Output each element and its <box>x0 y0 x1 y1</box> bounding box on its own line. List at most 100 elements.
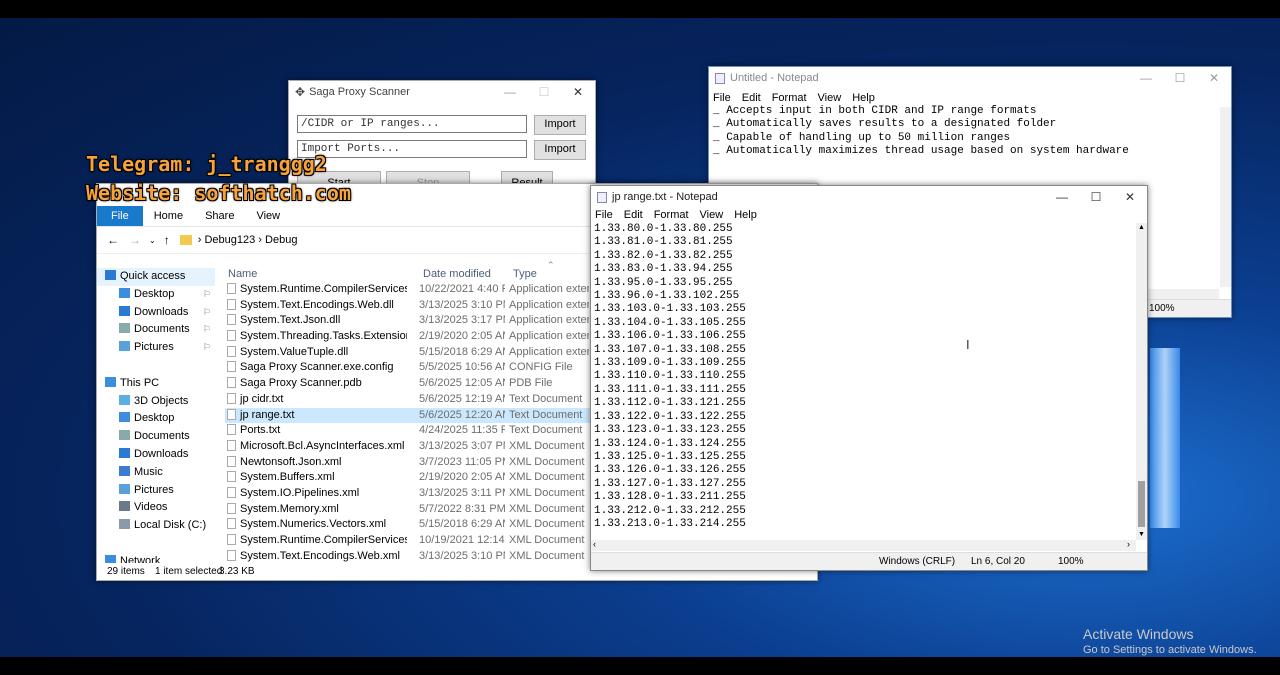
text-line: 1.33.112.0-1.33.121.255 <box>594 397 746 410</box>
back-arrow-icon[interactable]: ← <box>107 233 119 247</box>
nav-item[interactable]: Desktop ⚐ <box>97 286 215 304</box>
proxy-scanner-titlebar[interactable]: ✥ Saga Proxy Scanner — ☐ ✕ <box>289 81 595 103</box>
menu-item[interactable]: Help <box>852 92 875 104</box>
forward-arrow-icon[interactable]: → <box>129 233 141 247</box>
nav-item[interactable]: Documents <box>97 428 215 446</box>
scroll-up-icon[interactable]: ▲ <box>1136 223 1147 233</box>
pictures-icon <box>119 483 130 494</box>
scroll-left-icon[interactable]: ‹ <box>593 539 596 549</box>
scroll-right-icon[interactable]: › <box>1127 539 1130 549</box>
text-line: 1.33.126.0-1.33.126.255 <box>594 464 746 477</box>
jp-range-notepad-title: jp range.txt - Notepad <box>612 191 718 203</box>
menu-item[interactable]: Edit <box>624 209 643 221</box>
nav-item[interactable]: Desktop <box>97 410 215 428</box>
file-name-cell: System.Threading.Tasks.Extensions.dll <box>227 329 407 345</box>
jp-range-notepad-menubar: File Edit Format View Help <box>591 206 1147 224</box>
file-name: System.Text.Json.dll <box>240 314 341 327</box>
nav-item[interactable]: Music <box>97 464 215 482</box>
zoom-level: 100% <box>1149 303 1175 314</box>
nav-item[interactable]: Local Disk (C:) <box>97 517 215 535</box>
ribbon-tab[interactable]: Home <box>143 206 194 226</box>
file-type: XML Document <box>509 455 585 468</box>
maximize-icon[interactable]: ☐ <box>1079 186 1113 208</box>
ribbon-tab[interactable]: Share <box>194 206 245 226</box>
menu-item[interactable]: View <box>818 92 842 104</box>
vertical-scrollbar[interactable] <box>1220 107 1231 287</box>
close-icon[interactable]: ✕ <box>561 81 595 103</box>
item-count: 29 items <box>107 566 145 577</box>
menu-item[interactable]: File <box>713 92 731 104</box>
scrollbar-thumb[interactable] <box>1138 481 1145 527</box>
file-type: CONFIG File <box>509 361 573 374</box>
untitled-notepad-text-area[interactable]: _ Accepts input in both CIDR and IP rang… <box>713 105 1129 159</box>
recent-chevron-icon[interactable]: ⌄ <box>149 236 156 245</box>
maximize-icon[interactable]: ☐ <box>1163 67 1197 89</box>
file-icon <box>227 377 236 389</box>
vertical-scrollbar[interactable]: ▲ ▼ <box>1136 223 1147 540</box>
breadcrumb-item[interactable]: Debug <box>265 234 297 246</box>
minimize-icon[interactable]: — <box>493 81 527 103</box>
ribbon-tab[interactable]: File <box>97 206 143 226</box>
breadcrumb-item[interactable]: Debug123 <box>204 234 255 246</box>
cursor-position: Ln 6, Col 20 <box>971 556 1025 567</box>
nav-item[interactable]: Downloads <box>97 446 215 464</box>
file-name-cell: System.Text.Encodings.Web.dll <box>227 298 407 314</box>
text-line: _ Capable of handling up to 50 million r… <box>713 131 1011 144</box>
nav-item-label: Documents <box>134 323 190 336</box>
close-icon[interactable]: ✕ <box>1113 186 1147 208</box>
nav-item[interactable]: Pictures <box>97 482 215 500</box>
pin-icon: ⚐ <box>202 342 211 353</box>
jp-range-notepad-text-area[interactable]: 1.33.80.0-1.33.80.255 1.33.81.0-1.33.81.2… <box>594 223 746 531</box>
text-line: _ Accepts input in both CIDR and IP rang… <box>713 105 1037 117</box>
file-type: XML Document <box>509 502 585 515</box>
proxy-scanner-window[interactable]: ✥ Saga Proxy Scanner — ☐ ✕ /CIDR or IP r… <box>288 80 596 192</box>
up-arrow-icon[interactable]: ↑ <box>164 233 170 247</box>
jp-range-notepad-window[interactable]: jp range.txt - Notepad — ☐ ✕ File Edit For… <box>590 185 1148 571</box>
nav-item[interactable]: Downloads ⚐ <box>97 304 215 322</box>
nav-item[interactable]: 3D Objects <box>97 393 215 411</box>
nav-item[interactable]: Documents ⚐ <box>97 321 215 339</box>
untitled-notepad-titlebar[interactable]: Untitled - Notepad — ☐ ✕ <box>709 67 1231 89</box>
nav-item[interactable]: This PC <box>97 375 215 393</box>
menu-item[interactable]: File <box>595 209 613 221</box>
file-name: System.Numerics.Vectors.xml <box>240 518 387 531</box>
import-ports-button[interactable]: Import <box>534 140 586 160</box>
nav-item[interactable]: Pictures ⚐ <box>97 339 215 357</box>
minimize-icon[interactable]: — <box>1045 186 1079 208</box>
text-line: 1.33.107.0-1.33.108.255 <box>594 343 746 356</box>
close-icon[interactable]: ✕ <box>1197 67 1231 89</box>
file-type: XML Document <box>509 471 585 484</box>
menu-item[interactable]: Edit <box>742 92 761 104</box>
file-date: 5/6/2025 12:19 AM <box>419 392 505 405</box>
zoom-level: 100% <box>1058 556 1084 567</box>
jp-range-notepad-titlebar[interactable]: jp range.txt - Notepad — ☐ ✕ <box>591 186 1147 208</box>
menu-item[interactable]: Help <box>734 209 757 221</box>
menu-item[interactable]: View <box>700 209 724 221</box>
column-header-name[interactable]: Name <box>228 268 257 280</box>
ribbon-tab[interactable]: View <box>245 206 291 226</box>
ports-input[interactable]: Import Ports... <box>297 140 527 158</box>
column-header-type[interactable]: Type <box>513 268 537 280</box>
cidr-input[interactable]: /CIDR or IP ranges... <box>297 115 527 133</box>
nav-item-label: Music <box>134 465 163 478</box>
import-cidr-button[interactable]: Import <box>534 115 586 135</box>
minimize-icon[interactable]: — <box>1129 67 1163 89</box>
file-date: 3/13/2025 3:11 PM <box>419 486 505 499</box>
app-icon: ✥ <box>295 85 306 99</box>
nav-item[interactable]: Quick access <box>97 268 215 286</box>
file-date: 3/13/2025 3:17 PM <box>419 314 505 327</box>
text-line: 1.33.127.0-1.33.127.255 <box>594 477 746 490</box>
nav-item[interactable]: Videos <box>97 499 215 517</box>
maximize-icon[interactable]: ☐ <box>527 81 561 103</box>
videos-icon <box>119 501 130 512</box>
folder-icon <box>179 235 192 245</box>
scroll-down-icon[interactable]: ▼ <box>1136 530 1147 540</box>
menu-item[interactable]: Format <box>772 92 807 104</box>
breadcrumb: › Debug123 › Debug <box>198 234 298 246</box>
horizontal-scrollbar[interactable]: ‹ › <box>591 539 1136 551</box>
nav-item-label: This PC <box>120 376 160 389</box>
file-name-cell: Ports.txt <box>227 423 407 439</box>
pin-icon: ⚐ <box>202 324 211 335</box>
menu-item[interactable]: Format <box>654 209 689 221</box>
column-header-date[interactable]: Date modified <box>423 268 491 280</box>
